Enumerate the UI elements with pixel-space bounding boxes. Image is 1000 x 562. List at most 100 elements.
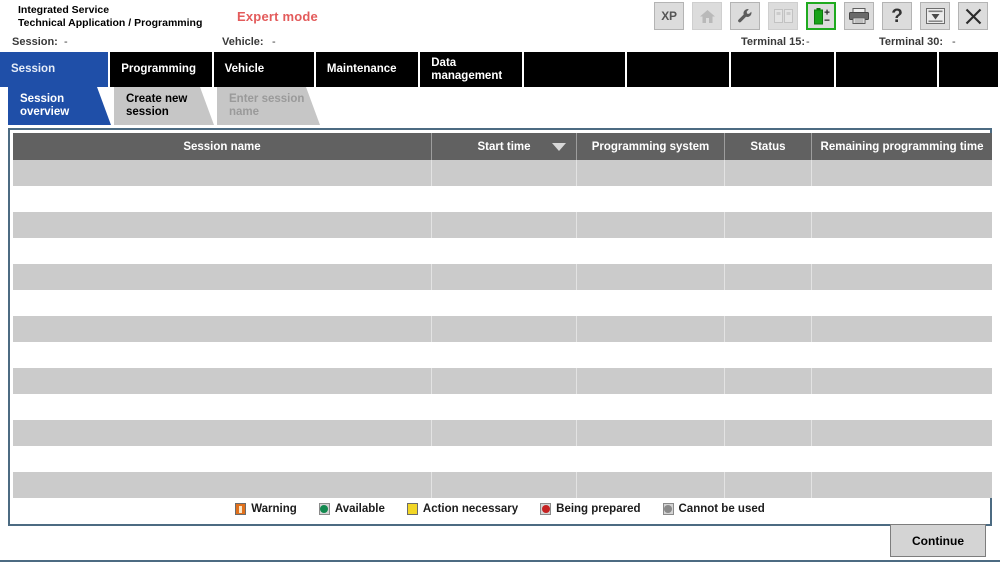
table-cell [13, 472, 432, 498]
table-row[interactable] [13, 290, 992, 316]
printer-icon-glyph [849, 8, 869, 24]
table-cell [576, 264, 725, 290]
table-cell [811, 238, 992, 264]
tab-programming[interactable]: Programming [110, 52, 212, 87]
tab-empty-5[interactable] [523, 52, 625, 87]
printer-icon[interactable] [844, 2, 874, 30]
column-header-programming-system[interactable]: Programming system [576, 133, 725, 160]
being-prepared-icon [540, 503, 552, 515]
terminal30-label: Terminal 30: [879, 36, 943, 48]
column-header-label: Remaining programming time [820, 140, 984, 153]
table-cell [13, 368, 432, 394]
table-cell [13, 160, 432, 186]
tab-empty-6[interactable] [626, 52, 730, 87]
tab-maintenance[interactable]: Maintenance [315, 52, 419, 87]
legend-item: Action necessary [406, 503, 519, 515]
continue-button[interactable]: Continue [890, 524, 986, 557]
session-table-head: Session name Start time Programming system… [13, 133, 992, 160]
column-header-label: Session name [183, 140, 261, 153]
battery-icon[interactable] [806, 2, 836, 30]
table-cell [431, 446, 577, 472]
column-header-status[interactable]: Status [724, 133, 812, 160]
table-row[interactable] [13, 238, 992, 264]
table-cell [724, 238, 812, 264]
sort-descending-icon[interactable] [552, 142, 566, 151]
column-header-session-name[interactable]: Session name [13, 133, 432, 160]
table-cell [431, 394, 577, 420]
status-legend: Warning Available Action necessary Being pr… [0, 503, 1000, 515]
close-icon[interactable] [958, 2, 988, 30]
table-row[interactable] [13, 186, 992, 212]
table-row[interactable] [13, 160, 992, 186]
column-header-remaining-programming-time[interactable]: Remaining programming time [811, 133, 992, 160]
table-cell [431, 160, 577, 186]
legend-dot [541, 505, 550, 513]
home-icon[interactable] [692, 2, 722, 30]
table-row[interactable] [13, 368, 992, 394]
column-header-label: Programming system [591, 140, 710, 153]
cannot-be-used-icon [662, 503, 674, 515]
table-cell [576, 368, 725, 394]
table-cell [724, 290, 812, 316]
main-tab-bar: Session Programming Vehicle Maintenance Data… [0, 52, 1000, 87]
table-cell [576, 446, 725, 472]
table-row[interactable] [13, 212, 992, 238]
top-header: Integrated Service Technical Application… [0, 0, 1000, 34]
table-row[interactable] [13, 342, 992, 368]
home-icon-glyph [699, 9, 715, 23]
help-icon[interactable]: ? [882, 2, 912, 30]
tab-empty-7[interactable] [731, 52, 834, 87]
table-cell [431, 290, 577, 316]
table-row[interactable] [13, 394, 992, 420]
terminal15-value: - [806, 36, 810, 48]
session-table-body [13, 160, 992, 498]
warning-icon [235, 503, 247, 515]
table-cell [13, 446, 432, 472]
battery-icon-glyph [814, 7, 830, 24]
action-necessary-icon [406, 503, 418, 515]
table-row[interactable] [13, 316, 992, 342]
table-row[interactable] [13, 264, 992, 290]
tab-data-management[interactable]: Data management [420, 52, 522, 87]
table-cell [724, 472, 812, 498]
session-table-container: Session name Start time Programming system… [13, 133, 992, 507]
table-cell [13, 264, 432, 290]
session-table: Session name Start time Programming system… [13, 133, 992, 498]
wrench-icon[interactable] [730, 2, 760, 30]
close-icon-glyph [965, 8, 981, 24]
app-title: Integrated Service Technical Application… [18, 4, 203, 29]
table-cell [431, 420, 577, 446]
table-cell [724, 342, 812, 368]
table-row[interactable] [13, 446, 992, 472]
column-header-label: Status [750, 140, 786, 153]
table-cell [724, 212, 812, 238]
legend-label: Action necessary [422, 503, 519, 515]
table-cell [13, 186, 432, 212]
table-cell [724, 394, 812, 420]
column-header-label: Start time [477, 140, 531, 153]
subtab-create-new-session[interactable]: Create new session [114, 87, 214, 125]
table-cell [431, 368, 577, 394]
available-icon [318, 503, 330, 515]
legend-label: Available [334, 503, 385, 515]
table-cell [811, 212, 992, 238]
compare-icon[interactable] [768, 2, 798, 30]
table-cell [811, 160, 992, 186]
subtab-session-overview[interactable]: Session overview [8, 87, 111, 125]
tab-empty-9[interactable] [938, 52, 999, 87]
table-row[interactable] [13, 472, 992, 498]
table-cell [13, 290, 432, 316]
table-cell [576, 238, 725, 264]
tab-empty-8[interactable] [835, 52, 937, 87]
table-cell [576, 342, 725, 368]
table-cell [576, 186, 725, 212]
tab-vehicle[interactable]: Vehicle [213, 52, 314, 87]
download-icon[interactable] [920, 2, 950, 30]
table-cell [811, 472, 992, 498]
table-row[interactable] [13, 420, 992, 446]
table-cell [13, 342, 432, 368]
tab-session[interactable]: Session [0, 52, 109, 87]
xp-icon[interactable]: XP [654, 2, 684, 30]
table-cell [811, 342, 992, 368]
column-header-start-time[interactable]: Start time [431, 133, 577, 160]
